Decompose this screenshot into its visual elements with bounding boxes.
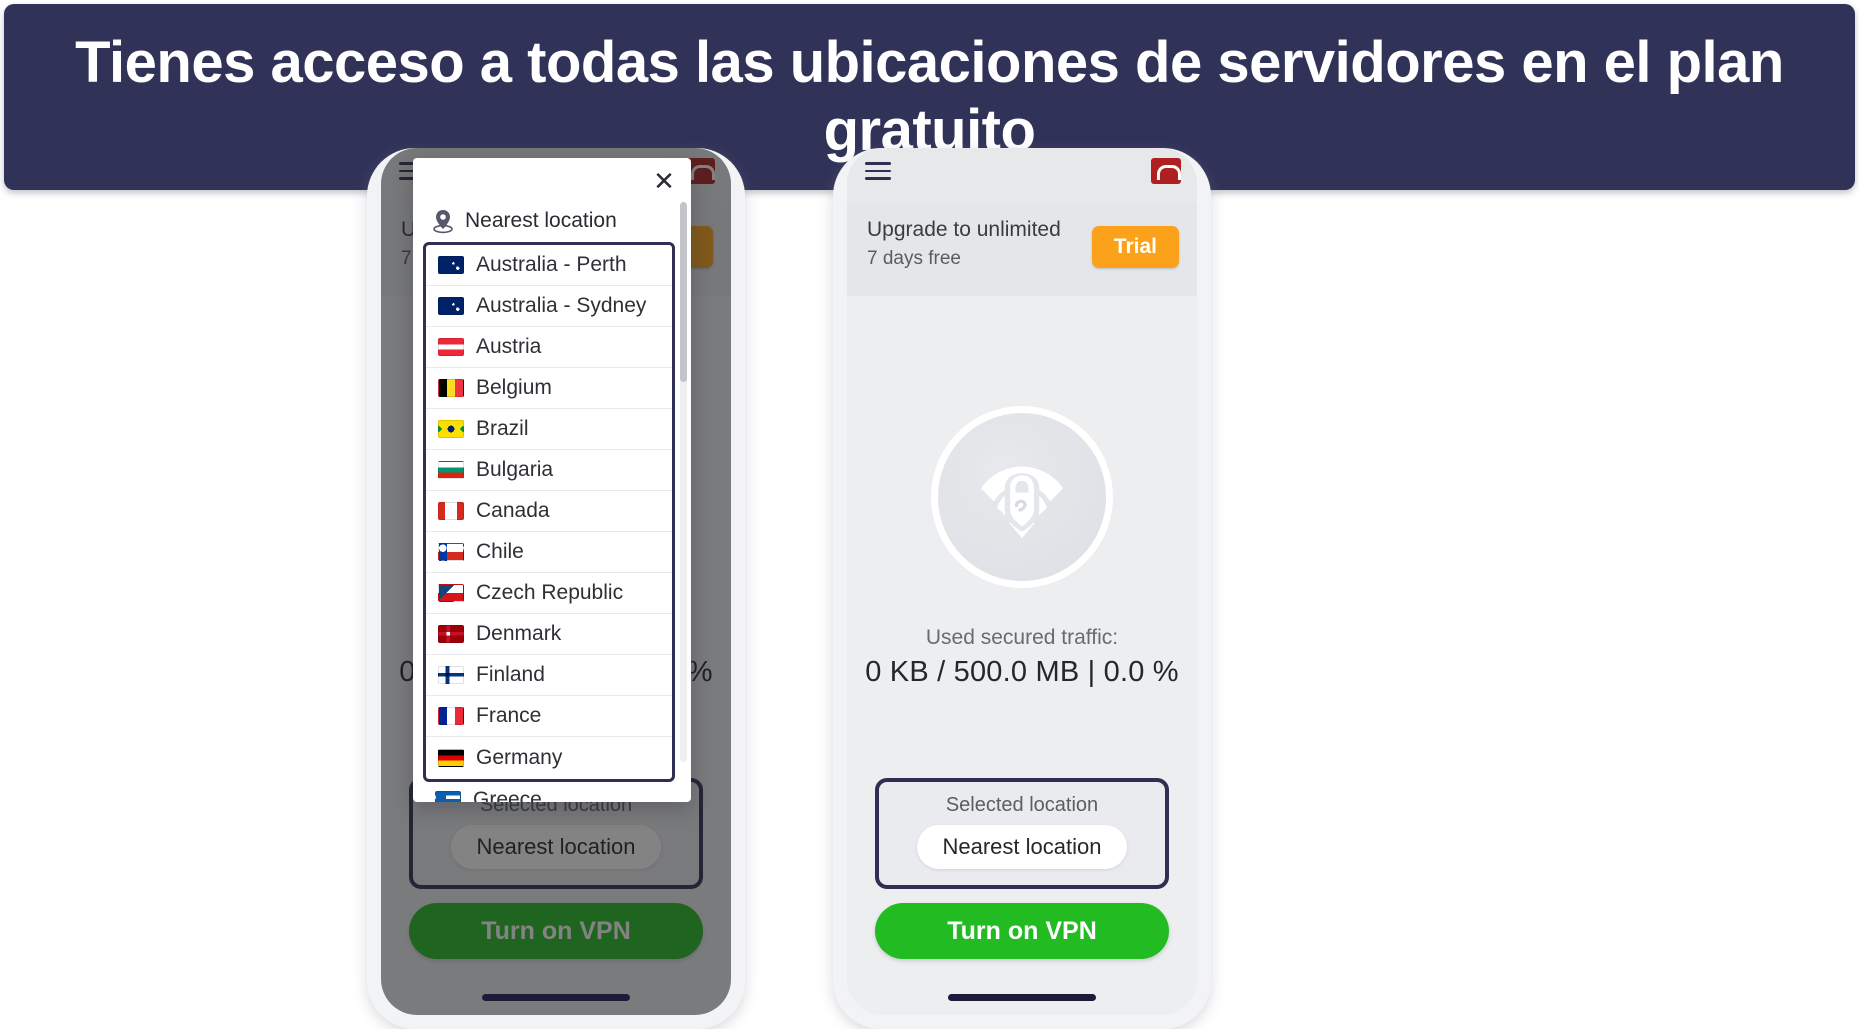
phone-right-screen: Upgrade to unlimited 7 days free Trial U…: [847, 148, 1197, 1015]
screenshot-stage: Tienes acceso a todas las ubicaciones de…: [0, 0, 1859, 1029]
app-topbar-right: [847, 148, 1197, 204]
nearest-location-header[interactable]: Nearest location: [431, 208, 617, 234]
location-name: Canada: [476, 499, 550, 522]
location-list[interactable]: Australia - Perth Australia - Sydney Austr…: [423, 242, 675, 782]
location-name: Austria: [476, 335, 542, 358]
traffic-stats-right: Used secured traffic: 0 KB / 500.0 MB | …: [847, 626, 1197, 689]
location-list-item[interactable]: Germany: [426, 737, 672, 778]
location-name: Denmark: [476, 622, 562, 645]
flag-icon: [438, 379, 464, 397]
location-list-item[interactable]: Chile: [426, 532, 672, 573]
upsell-banner-right[interactable]: Upgrade to unlimited 7 days free Trial: [847, 204, 1197, 296]
location-name: Czech Republic: [476, 581, 624, 604]
location-list-item[interactable]: Austria: [426, 327, 672, 368]
location-list-item[interactable]: Finland: [426, 655, 672, 696]
location-name: Greece: [473, 788, 542, 802]
location-pin-icon: [433, 210, 453, 234]
location-name: Finland: [476, 663, 545, 686]
vpn-app-screen-right: Upgrade to unlimited 7 days free Trial U…: [847, 148, 1197, 1015]
location-list-item[interactable]: Australia - Perth: [426, 245, 672, 286]
flag-icon: [438, 461, 464, 479]
home-indicator: [948, 994, 1096, 1001]
selected-location-label: Selected location: [945, 794, 1099, 816]
location-name: Australia - Perth: [476, 253, 627, 276]
flag-icon: [438, 502, 464, 520]
selected-location-value[interactable]: Nearest location: [916, 825, 1128, 869]
close-icon[interactable]: ✕: [651, 168, 677, 194]
nearest-location-label: Nearest location: [465, 209, 617, 232]
location-name: Chile: [476, 540, 524, 563]
flag-icon: [438, 625, 464, 643]
flag-icon: [438, 666, 464, 684]
location-list-item[interactable]: Czech Republic: [426, 573, 672, 614]
location-list-item[interactable]: Belgium: [426, 368, 672, 409]
hamburger-icon[interactable]: [865, 162, 891, 180]
location-list-partial-item[interactable]: Greece: [423, 786, 675, 802]
flag-icon: [438, 338, 464, 356]
location-name: France: [476, 704, 542, 727]
turn-on-vpn-button[interactable]: Turn on VPN: [875, 903, 1169, 959]
traffic-value: 0 KB / 500.0 MB | 0.0 %: [865, 656, 1179, 688]
flag-icon: [438, 748, 464, 767]
flag-icon: [438, 543, 464, 561]
location-name: Belgium: [476, 376, 552, 399]
location-list-item[interactable]: Brazil: [426, 409, 672, 450]
flag-icon: [438, 584, 464, 602]
home-indicator: [482, 994, 630, 1001]
flag-icon: [438, 420, 464, 438]
location-list-item[interactable]: Denmark: [426, 614, 672, 655]
flag-icon: [438, 707, 464, 725]
vpn-shield-wifi-lock-icon: [931, 406, 1113, 588]
location-name: Germany: [476, 745, 563, 769]
banner-text: Tienes acceso a todas las ubicaciones de…: [75, 29, 1784, 163]
trial-badge[interactable]: Trial: [1091, 226, 1179, 268]
location-name: Australia - Sydney: [476, 294, 647, 317]
location-name: Bulgaria: [476, 458, 554, 481]
location-name: Brazil: [476, 417, 529, 440]
location-picker-dialog: ✕ Nearest location Australia - Perth Aust…: [413, 158, 691, 802]
flag-icon: [435, 791, 461, 802]
phone-right: Upgrade to unlimited 7 days free Trial U…: [833, 148, 1211, 1029]
avira-logo-icon: [1151, 158, 1181, 184]
traffic-label: Used secured traffic:: [925, 626, 1119, 649]
scrollbar-thumb[interactable]: [680, 202, 687, 382]
location-list-item[interactable]: Australia - Sydney: [426, 286, 672, 327]
selected-location-box-right[interactable]: Selected location Nearest location: [875, 778, 1169, 889]
flag-icon: [438, 297, 464, 315]
location-list-item[interactable]: France: [426, 696, 672, 737]
location-list-item[interactable]: Bulgaria: [426, 450, 672, 491]
flag-icon: [438, 256, 464, 274]
location-list-item[interactable]: Canada: [426, 491, 672, 532]
